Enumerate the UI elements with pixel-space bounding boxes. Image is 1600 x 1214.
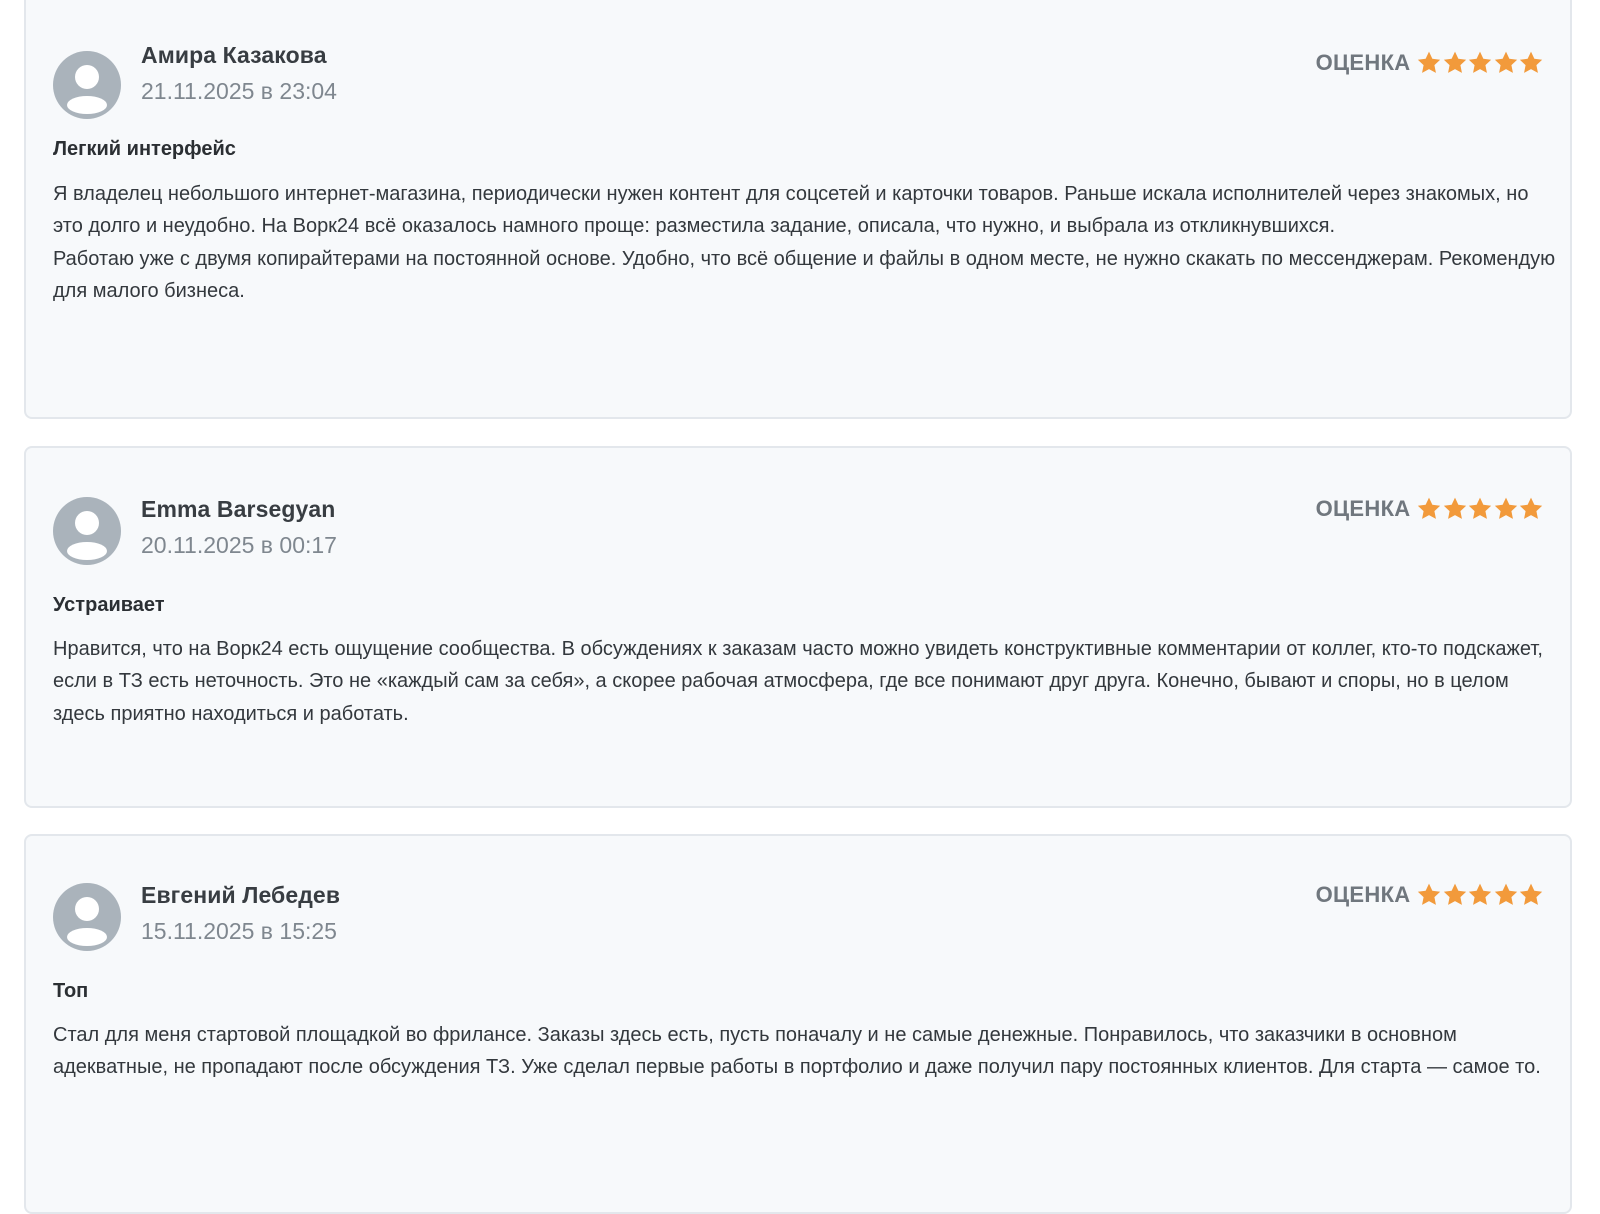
review-text: Стал для меня стартовой площадкой во фри… [53,1024,1541,1079]
review-date: 15.11.2025 в 15:25 [141,918,337,944]
user-icon [67,511,107,560]
review-title: Топ [53,980,89,1002]
avatar[interactable] [53,51,121,119]
author-name[interactable]: Emma Barsegyan [141,496,335,523]
rating: ОЦЕНКА [1316,496,1544,522]
star-icon [1416,882,1442,908]
star-icon [1467,50,1493,76]
star-icon [1442,50,1468,76]
author-name[interactable]: Евгений Лебедев [141,882,340,909]
rating-stars [1417,496,1545,522]
review-date: 21.11.2025 в 23:04 [141,78,337,104]
review-card: Евгений Лебедев 15.11.2025 в 15:25 ОЦЕНК… [24,834,1572,1214]
star-icon [1518,882,1544,908]
star-icon [1518,50,1544,76]
user-icon [67,897,107,946]
star-icon [1467,882,1493,908]
star-icon [1416,496,1442,522]
review-card: Амира Казакова 21.11.2025 в 23:04 ОЦЕНКА… [24,0,1572,419]
review-text: Я владелец небольшого интернет-магазина,… [53,183,1556,303]
rating: ОЦЕНКА [1316,50,1544,76]
review-card: Emma Barsegyan 20.11.2025 в 00:17 ОЦЕНКА… [24,446,1572,808]
author-name[interactable]: Амира Казакова [141,42,327,69]
star-icon [1442,496,1468,522]
avatar[interactable] [53,883,121,951]
star-icon [1442,882,1468,908]
user-icon [67,65,107,114]
star-icon [1467,496,1493,522]
rating-stars [1417,882,1545,908]
rating-label: ОЦЕНКА [1315,882,1411,907]
star-icon [1493,496,1519,522]
star-icon [1493,50,1519,76]
star-icon [1493,882,1519,908]
rating-label: ОЦЕНКА [1315,496,1411,521]
avatar[interactable] [53,497,121,565]
star-icon [1518,496,1544,522]
rating-stars [1417,50,1545,76]
review-title: Легкий интерфейс [53,138,236,160]
rating: ОЦЕНКА [1316,882,1544,908]
review-text: Нравится, что на Ворк24 есть ощущение со… [53,638,1543,725]
review-title: Устраивает [53,594,165,616]
review-date: 20.11.2025 в 00:17 [141,532,337,558]
rating-label: ОЦЕНКА [1315,50,1411,75]
star-icon [1416,50,1442,76]
